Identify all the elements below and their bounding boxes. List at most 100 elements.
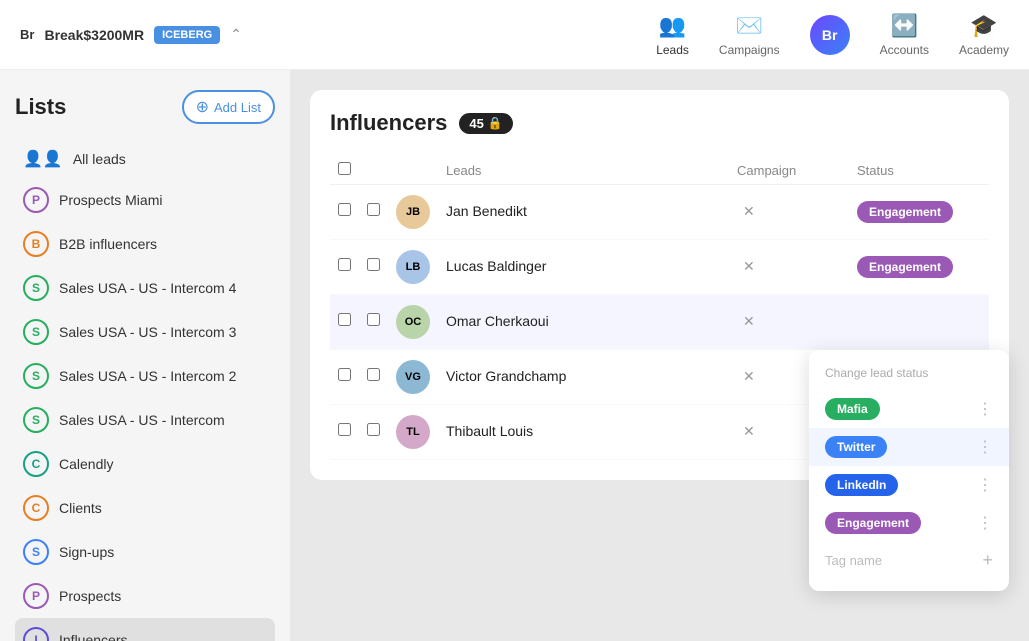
row-check[interactable]	[330, 240, 359, 295]
row-campaign: ✕	[729, 185, 849, 240]
sidebar-item-clients[interactable]: C Clients	[15, 486, 275, 530]
leads-icon: 👥	[659, 13, 686, 39]
count-emoji: 🔒	[488, 116, 503, 130]
remove-campaign-icon[interactable]: ✕	[737, 256, 761, 276]
user-avatar[interactable]: Br	[810, 15, 850, 55]
avatar: JB	[396, 195, 430, 229]
table-row[interactable]: LB Lucas Baldinger ✕ Engagement	[330, 240, 989, 295]
sidebar-item-label: All leads	[73, 151, 126, 167]
list-icon-s2: S	[23, 363, 49, 389]
row-check2[interactable]	[359, 240, 388, 295]
select-all-checkbox[interactable]	[338, 162, 351, 175]
nav-campaigns-label: Campaigns	[719, 43, 780, 57]
row-check2[interactable]	[359, 185, 388, 240]
tag-engagement[interactable]: Engagement	[825, 512, 921, 534]
list-icon-b: B	[23, 231, 49, 257]
nav-accounts-label: Accounts	[880, 43, 929, 57]
sidebar-list: 👤👤 All leads P Prospects Miami B B2B inf…	[15, 140, 275, 641]
row-check[interactable]	[330, 185, 359, 240]
sidebar-item-label: Influencers	[59, 632, 127, 641]
tag-mafia[interactable]: Mafia	[825, 398, 880, 420]
row-status: Engagement	[849, 185, 989, 240]
dropdown-item-mafia[interactable]: Mafia ⋮	[809, 390, 1009, 428]
sidebar: Lists ⊕ Add List 👤👤 All leads P Prospect…	[0, 70, 290, 641]
sidebar-item-prospects-miami[interactable]: P Prospects Miami	[15, 178, 275, 222]
list-icon-s1: S	[23, 407, 49, 433]
sidebar-item-sales3[interactable]: S Sales USA - US - Intercom 3	[15, 310, 275, 354]
row-name: Victor Grandchamp	[438, 350, 729, 405]
nav-academy-label: Academy	[959, 43, 1009, 57]
remove-campaign-icon[interactable]: ✕	[737, 311, 761, 331]
dots-menu-icon[interactable]: ⋮	[977, 475, 993, 495]
add-list-label: Add List	[214, 100, 261, 115]
dots-menu-icon[interactable]: ⋮	[977, 399, 993, 419]
table-row[interactable]: OC Omar Cherkaoui ✕	[330, 295, 989, 350]
dropdown-item-twitter[interactable]: Twitter ⋮	[809, 428, 1009, 466]
sidebar-item-label: Clients	[59, 500, 102, 516]
academy-icon: 🎓	[970, 13, 997, 39]
sidebar-item-sales1[interactable]: S Sales USA - US - Intercom	[15, 398, 275, 442]
count-badge: 45 🔒	[459, 113, 512, 134]
sidebar-item-all-leads[interactable]: 👤👤 All leads	[15, 140, 275, 178]
nav-accounts[interactable]: ↔️ Accounts	[880, 13, 929, 57]
list-icon-c2: C	[23, 495, 49, 521]
brand-section: Br Break$3200MR ICEBERG ⌃	[20, 26, 242, 44]
top-nav: Br Break$3200MR ICEBERG ⌃ 👥 Leads ✉️ Cam…	[0, 0, 1029, 70]
brand-name: Break$3200MR	[44, 27, 144, 43]
remove-campaign-icon[interactable]: ✕	[737, 201, 761, 221]
dots-menu-icon[interactable]: ⋮	[977, 513, 993, 533]
nav-leads-label: Leads	[656, 43, 689, 57]
remove-campaign-icon[interactable]: ✕	[737, 366, 761, 386]
row-name: Lucas Baldinger	[438, 240, 729, 295]
row-check2[interactable]	[359, 295, 388, 350]
sidebar-item-calendly[interactable]: C Calendly	[15, 442, 275, 486]
nav-academy[interactable]: 🎓 Academy	[959, 13, 1009, 57]
nav-leads[interactable]: 👥 Leads	[656, 13, 689, 57]
row-check[interactable]	[330, 350, 359, 405]
sidebar-item-b2b[interactable]: B B2B influencers	[15, 222, 275, 266]
list-icon-s5: S	[23, 539, 49, 565]
list-icon-s4: S	[23, 275, 49, 301]
tag-linkedin[interactable]: LinkedIn	[825, 474, 898, 496]
tag-twitter[interactable]: Twitter	[825, 436, 887, 458]
nav-campaigns[interactable]: ✉️ Campaigns	[719, 13, 780, 57]
dropdown-arrow-icon[interactable]: ⌃	[230, 26, 242, 43]
sidebar-header: Lists ⊕ Add List	[15, 90, 275, 124]
sidebar-item-sales2[interactable]: S Sales USA - US - Intercom 2	[15, 354, 275, 398]
campaigns-icon: ✉️	[736, 13, 763, 39]
row-name: Jan Benedikt	[438, 185, 729, 240]
sidebar-item-sales4[interactable]: S Sales USA - US - Intercom 4	[15, 266, 275, 310]
sidebar-item-signups[interactable]: S Sign-ups	[15, 530, 275, 574]
sidebar-item-label: Prospects Miami	[59, 192, 162, 208]
row-check[interactable]	[330, 405, 359, 460]
col-check2	[359, 156, 388, 185]
row-check2[interactable]	[359, 350, 388, 405]
sidebar-item-prospects[interactable]: P Prospects	[15, 574, 275, 618]
dots-menu-icon[interactable]: ⋮	[977, 437, 993, 457]
sidebar-item-label: Sales USA - US - Intercom 4	[59, 280, 236, 296]
brand-abbr: Br	[20, 27, 34, 42]
change-status-dropdown: Change lead status Mafia ⋮ Twitter ⋮ Lin…	[809, 350, 1009, 591]
remove-campaign-icon[interactable]: ✕	[737, 421, 761, 441]
add-tag-icon[interactable]: +	[982, 550, 993, 571]
count-number: 45	[469, 116, 483, 131]
dropdown-item-linkedin[interactable]: LinkedIn ⋮	[809, 466, 1009, 504]
table-row[interactable]: JB Jan Benedikt ✕ Engagement	[330, 185, 989, 240]
sidebar-item-influencers[interactable]: I Influencers	[15, 618, 275, 641]
col-check	[330, 156, 359, 185]
tag-name-placeholder[interactable]: Tag name	[825, 553, 882, 568]
row-check[interactable]	[330, 295, 359, 350]
add-list-button[interactable]: ⊕ Add List	[182, 90, 275, 124]
row-status: Engagement	[849, 240, 989, 295]
panel-header: Influencers 45 🔒	[330, 110, 989, 136]
list-icon-p1: P	[23, 187, 49, 213]
row-name: Thibault Louis	[438, 405, 729, 460]
col-status-header: Status	[849, 156, 989, 185]
dropdown-item-engagement[interactable]: Engagement ⋮	[809, 504, 1009, 542]
plus-circle-icon: ⊕	[196, 97, 209, 117]
sidebar-item-label: Sales USA - US - Intercom	[59, 412, 225, 428]
row-campaign: ✕	[729, 295, 849, 350]
accounts-icon: ↔️	[891, 13, 918, 39]
iceberg-badge[interactable]: ICEBERG	[154, 26, 220, 44]
row-check2[interactable]	[359, 405, 388, 460]
